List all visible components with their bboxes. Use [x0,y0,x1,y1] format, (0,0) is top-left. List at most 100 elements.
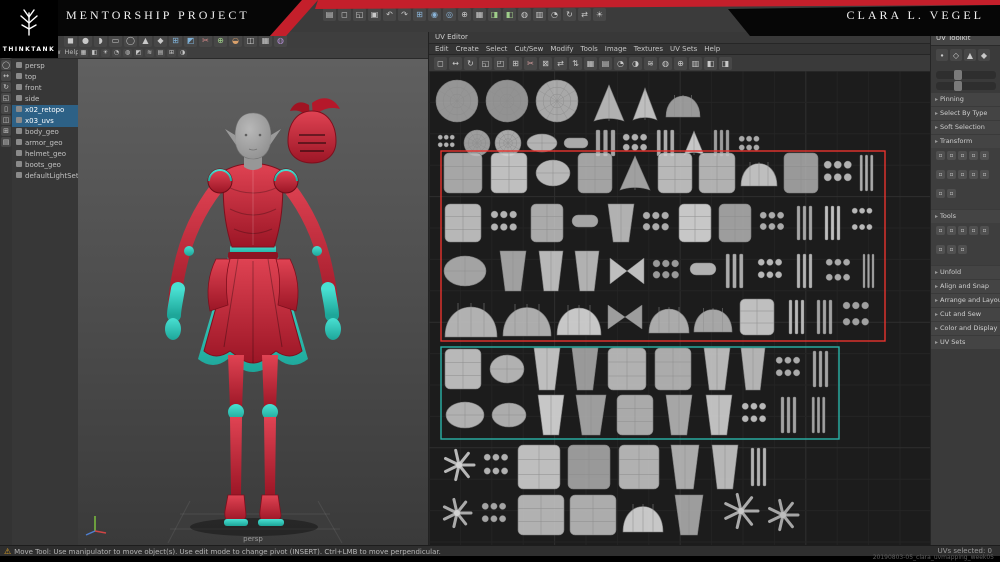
snap-point-icon[interactable]: ◎ [443,8,456,21]
outliner-item[interactable]: helmet_geo [12,149,78,160]
toolkit-section-pinning[interactable]: ▸Pinning [931,93,1000,106]
open-scene-icon[interactable]: ◱ [353,8,366,21]
snap-view-icon[interactable]: ⊕ [458,8,471,21]
layout-outliner-icon[interactable]: ▤ [1,137,11,147]
section-tool-icon[interactable]: ▫ [958,226,967,235]
textured-icon[interactable]: ◔ [112,49,121,57]
move-tool-icon[interactable]: ↔ [1,71,11,81]
outliner-item[interactable]: x03_uvs [12,116,78,127]
section-tool-icon[interactable]: ▫ [980,151,989,160]
bevel-icon[interactable]: ◩ [184,34,197,47]
toolkit-section-cut-and-sew[interactable]: ▸Cut and Sew [931,308,1000,321]
section-tool-icon[interactable]: ▫ [936,151,945,160]
uv-editor-tab[interactable]: UV Editor [429,32,931,44]
construction-history-icon[interactable]: ▦ [473,8,486,21]
uv-move-icon[interactable]: ↔ [449,57,462,70]
section-tool-icon[interactable]: ▫ [958,151,967,160]
extrude-icon[interactable]: ⊞ [169,34,182,47]
section-tool-icon[interactable]: ▫ [958,245,967,254]
section-tool-icon[interactable]: ▫ [947,189,956,198]
wire-on-shaded-icon[interactable]: ≋ [145,49,154,57]
uv-flip-u-icon[interactable]: ⇄ [554,57,567,70]
toolkit-section-arrange-and-layout[interactable]: ▸Arrange and Layout [931,294,1000,307]
section-tool-icon[interactable]: ▫ [958,170,967,179]
mirror-icon[interactable]: ◫ [244,34,257,47]
outliner-item[interactable]: body_geo [12,127,78,138]
poly-cylinder-icon[interactable]: ◗ [94,34,107,47]
uv-border-icon[interactable]: ◨ [719,57,732,70]
swap-icon[interactable]: ⇄ [578,8,591,21]
menu-icon[interactable]: ▤ [323,8,336,21]
uv-menu-cut-sew[interactable]: Cut/Sew [514,45,543,53]
section-tool-icon[interactable]: ▫ [980,170,989,179]
uv-isolate-icon[interactable]: ◰ [494,57,507,70]
outliner-item[interactable]: boots_geo [12,160,78,171]
anim-prefs-icon[interactable]: ◔ [548,8,561,21]
viewport-panel[interactable]: ▦◧☀◔◍◩≋▤⊞◑ [78,48,428,545]
redo-icon[interactable]: ↷ [398,8,411,21]
uv-cut-icon[interactable]: ✂ [524,57,537,70]
poly-cube-icon[interactable]: ◼ [64,34,77,47]
uv-rotate-icon[interactable]: ↻ [464,57,477,70]
uv-menu-modify[interactable]: Modify [550,45,573,53]
uv-tile-icon[interactable]: ▥ [689,57,702,70]
toolkit-section-soft-selection[interactable]: ▸Soft Selection [931,121,1000,134]
slider-knob[interactable] [954,70,962,80]
toolkit-section-uv-sets[interactable]: ▸UV Sets [931,336,1000,349]
rotate-tool-icon[interactable]: ↻ [1,82,11,92]
isolate-icon[interactable]: ▤ [156,49,165,57]
refresh-icon[interactable]: ↻ [563,8,576,21]
section-tool-icon[interactable]: ▫ [947,170,956,179]
uv-shade-icon[interactable]: ◑ [629,57,642,70]
outliner-item[interactable]: side [12,94,78,105]
poly-plane-icon[interactable]: ▭ [109,34,122,47]
outliner-menu-help[interactable]: Help [65,48,79,56]
xray-icon[interactable]: ◩ [134,49,143,57]
uv-select-icon[interactable]: ◻ [434,57,447,70]
uv-menu-image[interactable]: Image [605,45,627,53]
section-tool-icon[interactable]: ▫ [969,226,978,235]
uv-add-icon[interactable]: ⊕ [674,57,687,70]
section-tool-icon[interactable]: ▫ [936,245,945,254]
poly-sphere-icon[interactable]: ● [79,34,92,47]
toolkit-section-tools[interactable]: ▸Tools [931,210,1000,223]
scale-tool-icon[interactable]: ◱ [1,93,11,103]
toolkit-slider[interactable] [936,71,996,79]
layout-two-pane-icon[interactable]: ◫ [1,115,11,125]
outliner-item[interactable]: armor_geo [12,138,78,149]
toolkit-section-unfold[interactable]: ▸Unfold [931,266,1000,279]
snap-grid-icon[interactable]: ⊞ [413,8,426,21]
toolkit-slider[interactable] [936,82,996,90]
toolkit-section-select-by-type[interactable]: ▸Select By Type [931,107,1000,120]
section-tool-icon[interactable]: ▫ [936,189,945,198]
uv-open-icon[interactable]: ◍ [274,34,287,47]
uv-checker-icon[interactable]: ◍ [659,57,672,70]
save-scene-icon[interactable]: ▣ [368,8,381,21]
layout-four-pane-icon[interactable]: ⊞ [1,126,11,136]
wireframe-icon[interactable]: ▦ [259,34,272,47]
layout-single-icon[interactable]: ▯ [1,104,11,114]
outliner-item[interactable]: defaultLightSet [12,171,78,182]
render-settings-icon[interactable]: ◍ [518,8,531,21]
section-tool-icon[interactable]: ▫ [980,226,989,235]
light-icon[interactable]: ☀ [593,8,606,21]
undo-icon[interactable]: ↶ [383,8,396,21]
uv-flip-v-icon[interactable]: ⇅ [569,57,582,70]
vertex-mode-icon[interactable]: ∙ [936,49,948,61]
toolkit-section-transform[interactable]: ▸Transform [931,135,1000,148]
uv-menu-edit[interactable]: Edit [435,45,449,53]
grid-toggle-icon[interactable]: ▦ [79,49,88,57]
section-tool-icon[interactable]: ▫ [947,151,956,160]
uv-canvas[interactable] [429,71,931,545]
uv-distortion-icon[interactable]: ≋ [644,57,657,70]
new-scene-icon[interactable]: ◻ [338,8,351,21]
poly-pyramid-icon[interactable]: ◆ [154,34,167,47]
outliner-item[interactable]: persp [12,61,78,72]
section-tool-icon[interactable]: ▫ [969,170,978,179]
uv-dim-icon[interactable]: ◧ [704,57,717,70]
ipr-render-icon[interactable]: ◧ [503,8,516,21]
uv-menu-tools[interactable]: Tools [581,45,598,53]
merge-icon[interactable]: ⊕ [214,34,227,47]
outliner-item[interactable]: top [12,72,78,83]
section-tool-icon[interactable]: ▫ [936,170,945,179]
